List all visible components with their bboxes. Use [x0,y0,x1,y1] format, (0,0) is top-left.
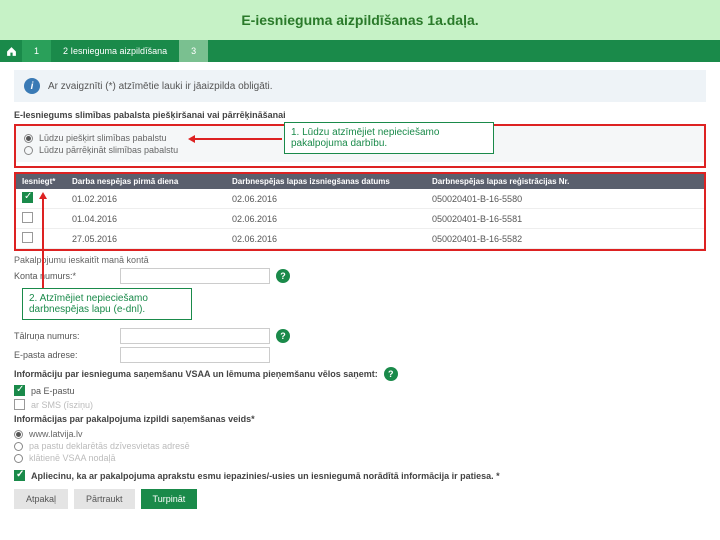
notice-bar: i Ar zvaigznīti (*) atzīmētie lauki ir j… [14,70,706,102]
exec-opt-2[interactable]: pa pastu deklarētās dzīvesvietas adresē [14,440,706,452]
confirm-row[interactable]: Apliecinu, ka ar pakalpojuma aprakstu es… [14,470,706,481]
breadcrumb-step-2[interactable]: 2 Iesnieguma aizpildīšana [51,40,179,62]
recv-sms-row[interactable]: ar SMS (īsziņu) [14,399,706,410]
breadcrumb-step-3[interactable]: 3 [179,40,208,62]
th-reg-no: Darbnespējas lapas reģistrācijas Nr. [432,177,698,186]
info-icon: i [24,78,40,94]
pay-info-label: Pakalpojumu ieskaitīt manā kontā [14,255,706,265]
cancel-button[interactable]: Pārtraukt [74,489,135,509]
th-submit: Iesniegt* [22,177,72,186]
row-checkbox[interactable] [22,232,33,243]
phone-label: Tālruņa numurs: [14,331,114,341]
back-button[interactable]: Atpakaļ [14,489,68,509]
arrow-2 [42,198,44,288]
th-issue-date: Darbnespējas lapas izsniegšanas datums [232,177,432,186]
exec-title: Informācijas par pakalpojuma izpildi saņ… [14,414,706,424]
help-icon[interactable]: ? [276,269,290,283]
breadcrumb-step-1[interactable]: 1 [22,40,51,62]
row-checkbox[interactable] [22,192,33,203]
account-label: Konta numurs:* [14,271,114,281]
recv-email-row[interactable]: pa E-pastu [14,385,706,396]
table-row: 01.04.2016 02.06.2016 050020401-B-16-558… [16,209,704,229]
home-icon[interactable] [0,40,22,62]
table-row: 27.05.2016 02.06.2016 050020401-B-16-558… [16,229,704,249]
annotation-1: 1. Lūdzu atzīmējiet nepieciešamo pakalpo… [284,122,494,154]
email-label: E-pasta adrese: [14,350,114,360]
breadcrumb: 1 2 Iesnieguma aizpildīšana 3 [0,40,720,62]
table-row: 01.02.2016 02.06.2016 050020401-B-16-558… [16,189,704,209]
notice-text: Ar zvaigznīti (*) atzīmētie lauki ir jāa… [48,81,273,92]
form-title: E-Iesniegums slimības pabalsta piešķirša… [14,110,706,120]
exec-opt-3[interactable]: klātienē VSAA nodaļā [14,452,706,464]
account-input[interactable] [120,268,270,284]
help-icon[interactable]: ? [384,367,398,381]
arrow-1 [194,138,282,140]
annotation-2: 2. Atzīmējiet nepieciešamo darbnespējas … [22,288,192,320]
page-banner: E-iesnieguma aizpildīšanas 1a.daļa. [0,0,720,40]
dnl-table: Iesniegt* Darba nespējas pirmā diena Dar… [14,172,706,251]
email-input[interactable] [120,347,270,363]
recv-title: Informāciju par iesnieguma saņemšanu VSA… [14,369,378,379]
exec-opt-1[interactable]: www.latvija.lv [14,428,706,440]
phone-input[interactable] [120,328,270,344]
next-button[interactable]: Turpināt [141,489,198,509]
th-first-day: Darba nespējas pirmā diena [72,177,232,186]
help-icon[interactable]: ? [276,329,290,343]
row-checkbox[interactable] [22,212,33,223]
